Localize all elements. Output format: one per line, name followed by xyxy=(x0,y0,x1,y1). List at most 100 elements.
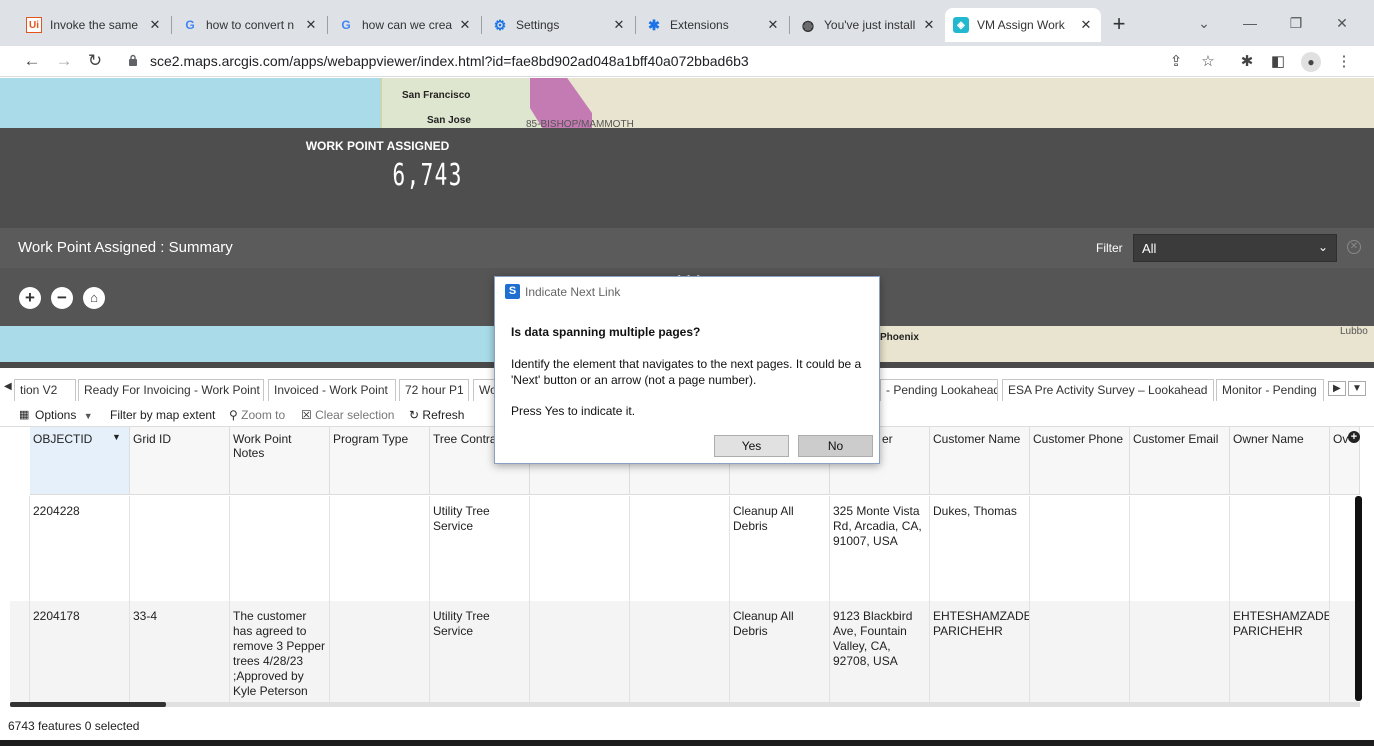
cell-program-type xyxy=(330,496,430,601)
tab-separator xyxy=(327,16,328,34)
options-menu[interactable]: ▦ Options ▼ xyxy=(19,408,93,422)
map-view-top[interactable]: San Francisco San Jose 85-BISHOP/MAMMOTH xyxy=(0,78,1374,128)
close-tab-icon[interactable]: ✕ xyxy=(458,17,472,33)
add-column-icon[interactable]: + xyxy=(1348,431,1360,443)
filter-selected-value: All xyxy=(1142,241,1157,256)
minimize-icon[interactable]: — xyxy=(1230,10,1270,36)
close-tab-icon[interactable]: ✕ xyxy=(148,17,162,33)
row-selector[interactable] xyxy=(10,601,30,702)
side-panel-icon[interactable]: ◧ xyxy=(1266,50,1290,74)
close-tab-icon[interactable]: ✕ xyxy=(612,17,626,33)
refresh-icon: ↻ xyxy=(409,408,420,422)
window-close-icon[interactable]: ✕ xyxy=(1322,10,1362,36)
horizontal-scrollbar[interactable] xyxy=(10,702,1360,707)
row-selector[interactable] xyxy=(10,496,30,601)
forward-arrow-icon[interactable]: → xyxy=(52,49,76,73)
zoom-in-icon[interactable]: + xyxy=(19,287,41,309)
column-header-objectid[interactable]: OBJECTID ▼ xyxy=(30,427,130,495)
tab-search-chevron-icon[interactable]: ⌄ xyxy=(1184,10,1224,36)
browser-tab[interactable]: G how can we crea ✕ xyxy=(330,8,480,42)
home-icon[interactable]: ⌂ xyxy=(83,287,105,309)
table-tab[interactable]: - Pending Lookahead xyxy=(880,379,998,401)
table-tab[interactable]: tion V2 xyxy=(14,379,76,401)
yes-button[interactable]: Yes xyxy=(714,435,789,457)
refresh-button[interactable]: ↻ Refresh xyxy=(409,408,464,422)
cell-customer-email xyxy=(1130,601,1230,702)
status-bar: 6743 features 0 selected xyxy=(0,716,1374,736)
filter-dropdown[interactable]: All ⌄ xyxy=(1133,234,1337,262)
cell-address: 9123 Blackbird Ave, Fountain Valley, CA,… xyxy=(830,601,930,702)
browser-tab[interactable]: ◍ You've just install ✕ xyxy=(792,8,944,42)
cell-empty xyxy=(630,496,730,601)
scroll-right-arrow-icon[interactable]: ▶ xyxy=(1328,381,1346,396)
column-header[interactable]: Work Point Notes xyxy=(230,427,330,495)
column-header[interactable]: Grid ID xyxy=(130,427,230,495)
cell-program-type xyxy=(330,601,430,702)
filter-by-map-extent-toggle[interactable]: Filter by map extent xyxy=(110,408,215,422)
vertical-scrollbar[interactable] xyxy=(1355,496,1362,701)
close-icon[interactable]: ✕ xyxy=(1347,240,1361,254)
filter-label: Filter xyxy=(1096,241,1123,255)
column-header[interactable]: Customer Email xyxy=(1130,427,1230,495)
close-tab-icon[interactable]: ✕ xyxy=(922,17,936,33)
browser-menu-icon[interactable]: ⋮ xyxy=(1332,50,1356,74)
close-tab-icon[interactable]: ✕ xyxy=(1079,17,1093,33)
column-header[interactable]: Customer Name xyxy=(930,427,1030,495)
table-tab[interactable]: Invoiced - Work Point xyxy=(268,379,396,401)
table-tab[interactable]: 72 hour P1 xyxy=(399,379,469,401)
grid-icon: ▦ xyxy=(19,409,30,421)
column-header[interactable]: Program Type xyxy=(330,427,430,495)
back-arrow-icon[interactable]: ← xyxy=(20,49,44,73)
cell-tree-contractor: Utility Tree Service xyxy=(430,496,530,601)
table-tab[interactable]: Ready For Invoicing - Work Point xyxy=(78,379,264,401)
table-tab[interactable]: ESA Pre Activity Survey – Lookahead xyxy=(1002,379,1214,401)
uipath-icon: Ui xyxy=(26,17,42,33)
scroll-left-arrow-icon[interactable]: ◀ xyxy=(4,381,12,392)
cell-work-type: Cleanup All Debris xyxy=(730,496,830,601)
dialog-prompt: Press Yes to indicate it. xyxy=(511,404,636,418)
table-tab[interactable]: Monitor - Pending xyxy=(1216,379,1324,401)
dialog-heading: Is data spanning multiple pages? xyxy=(511,325,701,339)
close-tab-icon[interactable]: ✕ xyxy=(766,17,780,33)
puzzle-icon: ✱ xyxy=(648,16,660,33)
cell-notes: The customer has agreed to remove 3 Pepp… xyxy=(230,601,330,702)
browser-tab[interactable]: Ui Invoke the same ✕ xyxy=(18,8,170,42)
tab-separator xyxy=(635,16,636,34)
zoom-out-icon[interactable]: − xyxy=(51,287,73,309)
clear-selection-button[interactable]: ☒ Clear selection xyxy=(301,408,394,422)
tab-list-dropdown-icon[interactable]: ▼ xyxy=(1348,381,1366,396)
share-icon[interactable]: ⇪ xyxy=(1164,50,1188,74)
column-header[interactable]: Owner Name xyxy=(1230,427,1330,495)
bookmark-star-icon[interactable]: ☆ xyxy=(1196,50,1220,74)
browser-tab[interactable]: ✱ Extensions ✕ xyxy=(638,8,788,42)
map-ocean xyxy=(0,326,495,362)
close-tab-icon[interactable]: ✕ xyxy=(304,17,318,33)
profile-avatar-icon[interactable]: ● xyxy=(1299,50,1323,74)
extensions-puzzle-icon[interactable]: ✱ xyxy=(1235,50,1259,74)
table-row[interactable]: 2204228 Utility Tree Service Cleanup All… xyxy=(10,496,1358,601)
zoom-to-button[interactable]: ⚲ Zoom to xyxy=(229,408,285,422)
column-header[interactable]: Customer Phone xyxy=(1030,427,1130,495)
no-button[interactable]: No xyxy=(798,435,873,457)
table-row[interactable]: 2204178 33-4 The customer has agreed to … xyxy=(10,601,1358,702)
address-bar[interactable]: sce2.maps.arcgis.com/apps/webappviewer/i… xyxy=(150,53,749,69)
taskbar-strip xyxy=(0,740,1374,746)
browser-tab[interactable]: G how to convert n ✕ xyxy=(174,8,326,42)
restore-icon[interactable]: ❐ xyxy=(1276,10,1316,36)
map-pin-icon: ⚲ xyxy=(229,408,238,422)
new-tab-plus-icon[interactable]: + xyxy=(1106,12,1132,38)
kpi-title: WORK POINT ASSIGNED xyxy=(305,139,450,153)
browser-tab-active[interactable]: ◈ VM Assign Work ✕ xyxy=(945,8,1101,42)
cell-work-type: Cleanup All Debris xyxy=(730,601,830,702)
horizontal-scrollbar-thumb[interactable] xyxy=(10,702,166,707)
cell-owner-name: EHTESHAMZADE PARICHEHR xyxy=(1230,601,1330,702)
reload-icon[interactable]: ↻ xyxy=(83,49,107,73)
browser-tab[interactable]: ⚙ Settings ✕ xyxy=(484,8,634,42)
chevron-down-icon: ⌄ xyxy=(1317,240,1328,254)
studio-app-icon: S xyxy=(505,284,520,299)
cell-objectid: 2204178 xyxy=(30,601,130,702)
map-label: San Jose xyxy=(427,115,471,126)
cell-grid-id: 33-4 xyxy=(130,601,230,702)
kpi-value: 6,743 xyxy=(392,158,463,193)
cell-empty xyxy=(530,496,630,601)
